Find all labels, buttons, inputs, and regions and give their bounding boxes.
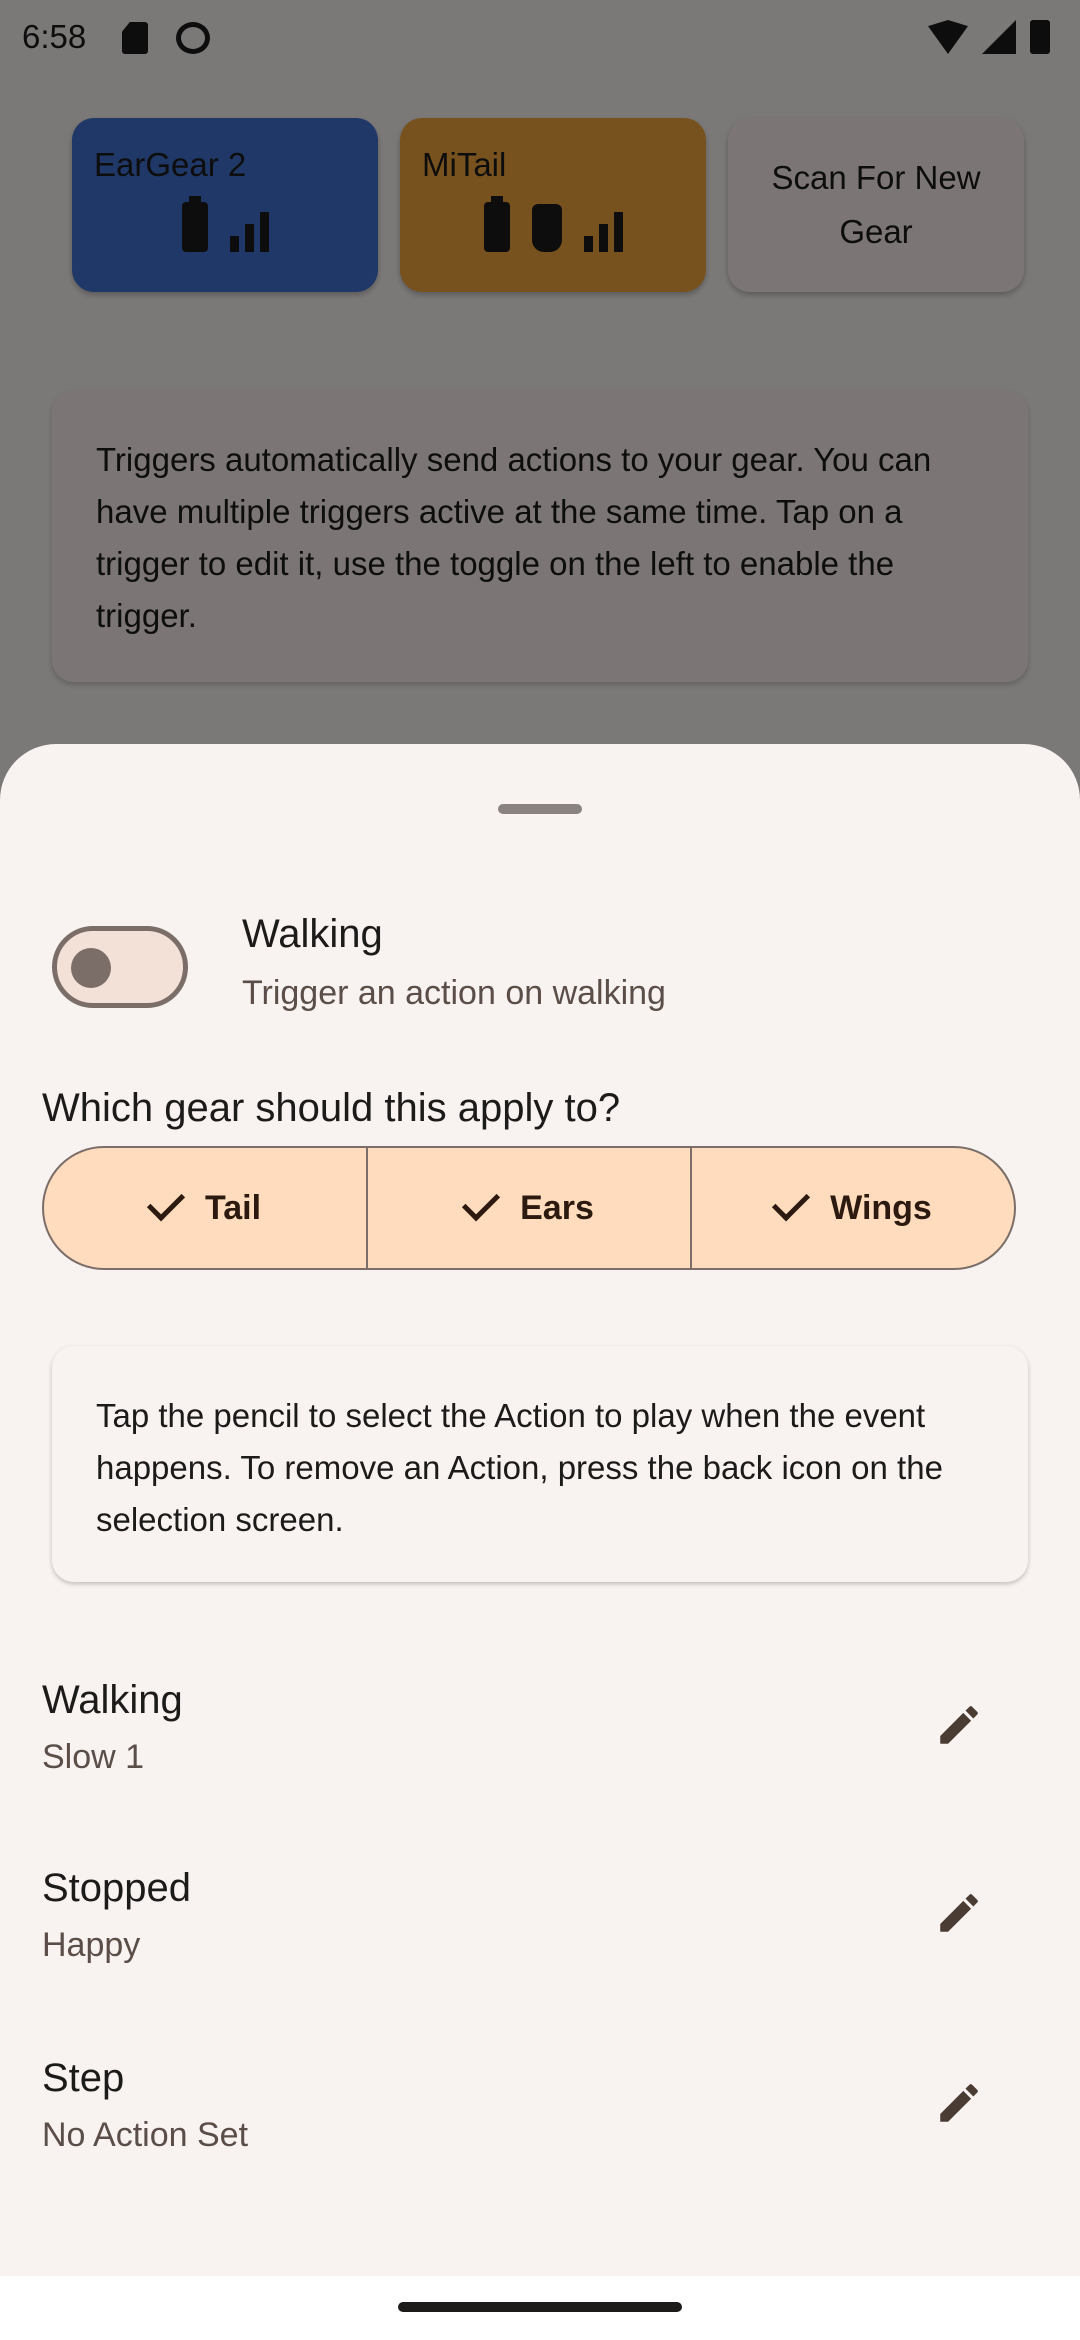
gear-option-tail[interactable]: Tail — [44, 1148, 366, 1268]
gear-option-wings[interactable]: Wings — [690, 1148, 1014, 1268]
drag-handle[interactable] — [498, 804, 582, 814]
pencil-icon[interactable] — [934, 1700, 984, 1750]
check-icon — [772, 1183, 811, 1222]
action-value: Happy — [42, 1926, 141, 1964]
trigger-enable-toggle[interactable] — [52, 926, 188, 1008]
toggle-knob — [71, 948, 111, 988]
system-navigation-bar — [0, 2276, 1080, 2340]
gear-option-ears[interactable]: Ears — [366, 1148, 690, 1268]
gear-option-label: Tail — [204, 1188, 262, 1227]
action-event-name: Stopped — [42, 1866, 192, 1910]
gear-option-label: Ears — [520, 1188, 594, 1227]
check-icon — [146, 1183, 186, 1222]
action-event-name: Step — [42, 2056, 125, 2100]
gear-option-label: Wings — [830, 1188, 932, 1227]
action-event-name: Walking — [42, 1678, 183, 1722]
gear-question: Which gear should this apply to? — [42, 1086, 621, 1130]
check-icon — [462, 1183, 501, 1222]
pencil-icon[interactable] — [934, 1888, 984, 1938]
gear-type-selector: Tail Ears Wings — [42, 1146, 1016, 1270]
trigger-edit-sheet: Walking Trigger an action on walking Whi… — [0, 744, 1080, 2276]
action-tip-card: Tap the pencil to select the Action to p… — [52, 1346, 1028, 1582]
action-value: Slow 1 — [42, 1738, 145, 1776]
home-gesture-handle[interactable] — [398, 2302, 682, 2312]
action-row-stopped[interactable]: Stopped Happy — [0, 1866, 1080, 2016]
trigger-title: Walking — [242, 912, 383, 956]
action-value: No Action Set — [42, 2116, 249, 2154]
action-row-walking[interactable]: Walking Slow 1 — [0, 1678, 1080, 1828]
trigger-subtitle: Trigger an action on walking — [242, 974, 666, 1012]
action-row-step[interactable]: Step No Action Set — [0, 2056, 1080, 2206]
pencil-icon[interactable] — [934, 2078, 984, 2128]
